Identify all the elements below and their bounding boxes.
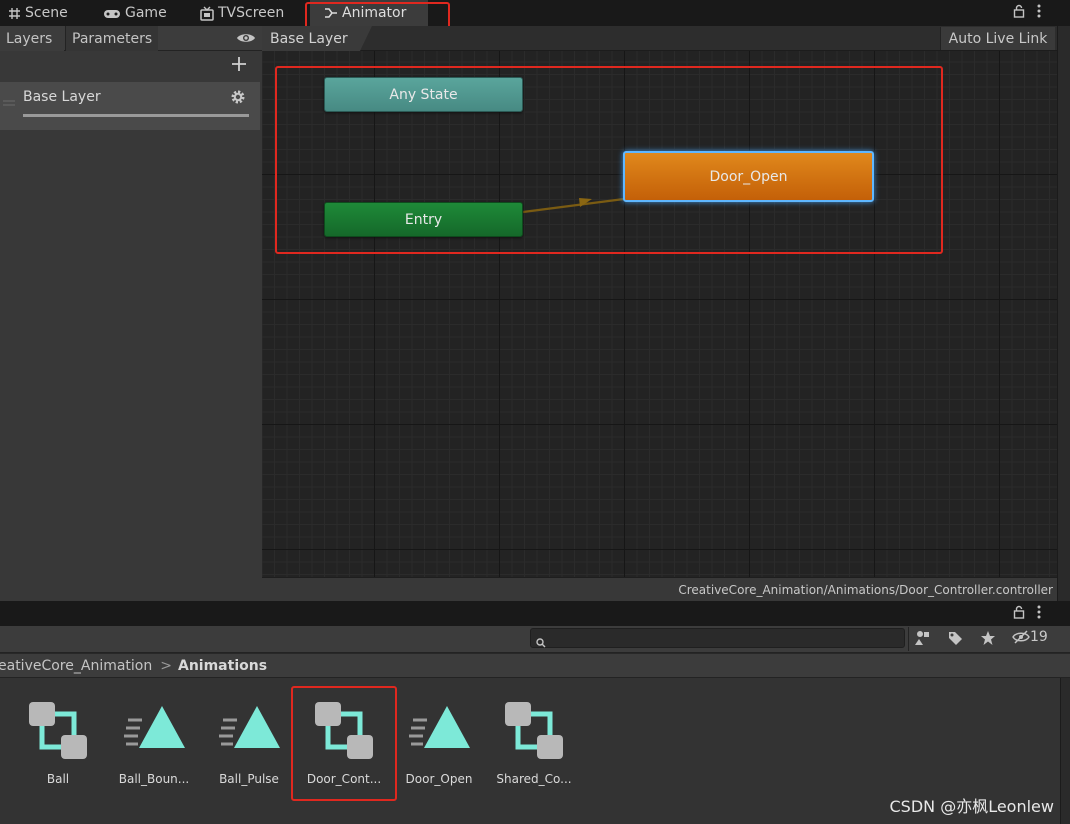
gear-icon[interactable] (230, 89, 246, 109)
plus-icon (232, 57, 246, 71)
project-more-options-icon[interactable] (1036, 605, 1042, 623)
tv-icon (200, 6, 214, 21)
layer-weight-bar (23, 114, 249, 117)
animator-controller-icon (505, 702, 563, 759)
drag-handle-icon[interactable] (3, 91, 15, 110)
animation-clip-icon (219, 706, 280, 748)
tab-layers[interactable]: Layers (0, 26, 64, 51)
breadcrumb-parent[interactable]: eativeCore_Animation (0, 658, 152, 674)
tab-scene-label: Scene (25, 5, 68, 21)
eye-slash-icon (1012, 630, 1030, 644)
animator-controller-icon (29, 702, 87, 759)
asset-item[interactable]: Ball (13, 700, 103, 786)
asset-item[interactable]: Door_Open (394, 700, 484, 786)
project-tab-bar (0, 601, 1070, 626)
breadcrumb-current[interactable]: Animations (178, 658, 267, 674)
layer-name-label: Base Layer (23, 89, 101, 105)
breadcrumb-base-layer[interactable]: Base Layer (262, 26, 372, 51)
tab-scene[interactable]: Scene (8, 0, 68, 26)
asset-label: Door_Open (405, 772, 473, 786)
hidden-packages-toggle[interactable]: 19 (1012, 629, 1048, 645)
project-lock-icon[interactable] (1013, 605, 1025, 623)
vertical-scrollbar[interactable] (1057, 26, 1070, 601)
more-options-icon[interactable] (1036, 4, 1042, 22)
asset-label: Ball_Boun... (118, 772, 190, 786)
asset-label: Ball (46, 772, 70, 786)
add-layer-button[interactable] (231, 56, 247, 76)
project-scrollbar[interactable] (1060, 678, 1070, 824)
asset-item[interactable]: Ball_Boun... (109, 700, 199, 786)
tab-parameters[interactable]: Parameters (65, 26, 158, 51)
lock-icon[interactable] (1013, 4, 1025, 22)
highlight-state-graph (275, 66, 943, 254)
tab-tvscreen-label: TVScreen (218, 5, 285, 21)
eye-icon[interactable] (236, 30, 256, 49)
highlight-door-controller (291, 686, 397, 801)
asset-item[interactable]: Ball_Pulse (204, 700, 294, 786)
tab-tvscreen[interactable]: TVScreen (200, 0, 284, 26)
grid-icon (9, 7, 20, 19)
asset-label: Ball_Pulse (219, 772, 279, 786)
hidden-count: 19 (1030, 629, 1048, 645)
asset-label: Shared_Co... (496, 772, 572, 786)
toolbar-divider (908, 627, 909, 651)
asset-item[interactable]: Shared_Co... (489, 700, 579, 786)
gamepad-icon (104, 9, 120, 18)
animation-clip-icon (124, 706, 185, 748)
project-breadcrumb: eativeCore_Animation > Animations (0, 654, 1070, 678)
tab-game[interactable]: Game (103, 0, 167, 26)
breadcrumb-separator: > (160, 657, 172, 674)
watermark: CSDN @亦枫Leonlew (889, 797, 1055, 816)
controller-path-label: CreativeCore_Animation/Animations/Door_C… (262, 577, 1057, 601)
auto-live-link-button[interactable]: Auto Live Link (940, 27, 1055, 50)
favorites-star-icon[interactable] (980, 630, 996, 650)
project-search-input[interactable] (530, 628, 905, 648)
filter-by-type-icon[interactable] (915, 630, 931, 650)
filter-by-label-icon[interactable] (947, 630, 963, 650)
tab-game-label: Game (125, 5, 167, 21)
animation-clip-icon (409, 706, 470, 748)
search-icon (536, 633, 546, 652)
